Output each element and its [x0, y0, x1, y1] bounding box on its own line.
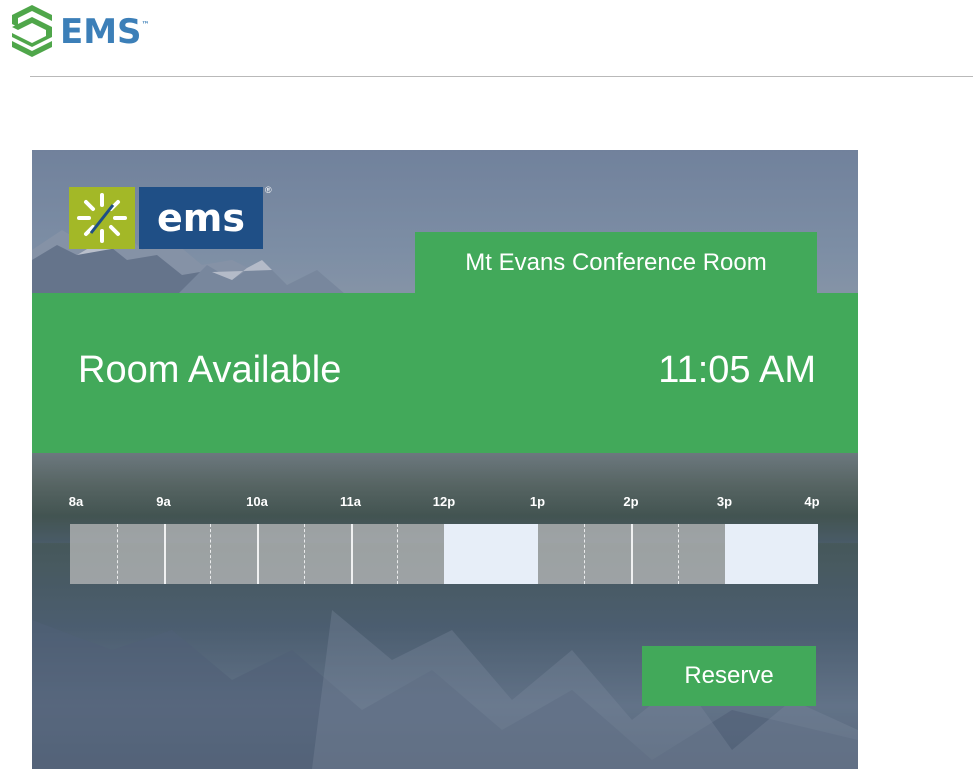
header-divider — [30, 76, 973, 77]
registered-mark: ® — [265, 185, 272, 195]
timeline-hour-divider — [163, 524, 166, 584]
status-banner: Room Available 11:05 AM — [32, 293, 858, 453]
timeline-label-8a: 8a — [68, 494, 84, 509]
timeline-label-1p: 1p — [529, 494, 546, 509]
timeline-hour-divider — [257, 524, 259, 584]
trademark: ™ — [141, 20, 150, 29]
timeline-label-2p: 2p — [623, 494, 639, 509]
timeline-label-9a: 9a — [156, 494, 171, 509]
reserve-button[interactable]: Reserve — [642, 646, 816, 706]
sunburst-icon — [69, 187, 135, 249]
timeline-half-hour-divider — [584, 524, 586, 584]
timeline-label-11a: 11a — [340, 494, 361, 509]
header-brand: EMS ™ — [60, 12, 150, 52]
ems-chevron-logo-icon — [8, 5, 54, 59]
timeline-segment-free[interactable] — [724, 524, 818, 584]
timeline-segment-free[interactable] — [444, 524, 538, 584]
header-logo[interactable]: EMS ™ — [8, 4, 150, 60]
timeline-label-4p: 4p — [804, 494, 820, 509]
timeline-half-hour-divider — [210, 524, 212, 584]
timeline-label-12p: 12p — [432, 494, 456, 509]
room-name-tab: Mt Evans Conference Room — [415, 232, 817, 294]
brand-name: EMS — [60, 12, 142, 52]
timeline-hour-divider — [350, 524, 353, 584]
timeline-label-3p: 3p — [716, 494, 733, 509]
current-time: 11:05 AM — [658, 349, 816, 391]
timeline-hour-labels: 8a 9a 10a 11a 12p 1p 2p 3p 4p — [32, 494, 858, 514]
timeline-half-hour-divider — [116, 524, 118, 584]
timeline-half-hour-divider — [303, 524, 305, 584]
room-display: ems ® Mt Evans Conference Room Room Avai… — [32, 150, 858, 769]
ems-display-logo: ems ® — [69, 185, 272, 249]
timeline-half-hour-divider — [677, 524, 679, 584]
timeline-label-10a: 10a — [246, 494, 268, 509]
timeline-hour-divider — [631, 524, 633, 584]
room-status: Room Available — [78, 349, 342, 391]
timeline-half-hour-divider — [397, 524, 399, 584]
ems-wordmark: ems — [139, 187, 263, 249]
availability-timeline[interactable] — [70, 524, 818, 584]
